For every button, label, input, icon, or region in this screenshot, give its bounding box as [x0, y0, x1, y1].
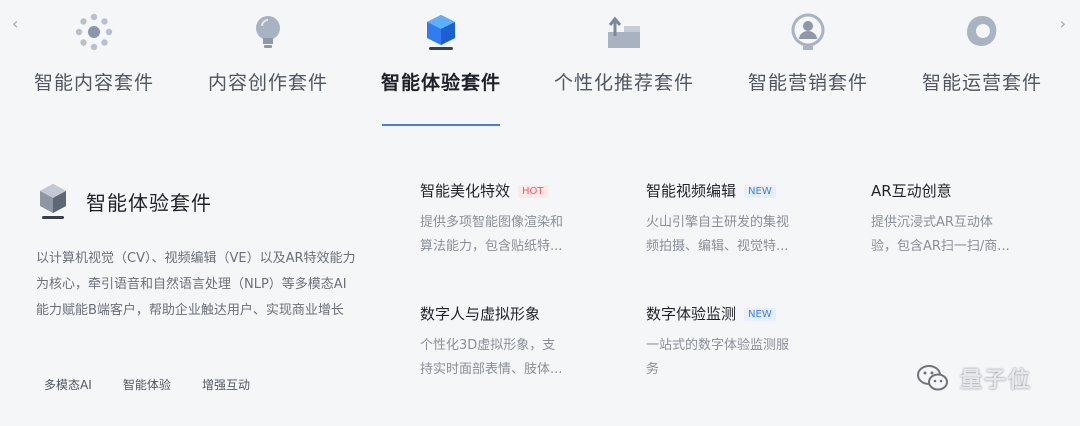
tab-label: 智能体验套件	[380, 72, 501, 94]
cube-icon	[40, 184, 66, 219]
tag-multimodal-ai[interactable]: 多模态AI	[44, 376, 92, 393]
product-description-line: 提供沉浸式AR互动体	[871, 215, 993, 230]
new-badge: NEW	[744, 308, 776, 321]
product-card-experience-monitoring[interactable]: 数字体验监测 NEW 一站式的数字体验监测服 务	[646, 303, 846, 382]
product-description: 提供多项智能图像渲染和 算法能力，包含贴纸特...	[420, 211, 620, 259]
tab-smart-operations[interactable]: 智能运营套件	[897, 10, 1067, 128]
tab-label: 智能营销套件	[747, 72, 868, 94]
product-description-line: 验，包含AR扫一扫/商...	[871, 239, 1010, 254]
tab-label: 个性化推荐套件	[553, 72, 694, 94]
product-description-line: 算法能力，包含贴纸特...	[420, 239, 563, 254]
suite-title: 智能体验套件	[86, 191, 212, 215]
product-description-line: 个性化3D虚拟形象，支	[420, 338, 556, 353]
product-description: 个性化3D虚拟形象，支 持实时面部表情、肢体...	[420, 334, 620, 382]
tab-personalized-recommendation[interactable]: 个性化推荐套件	[539, 10, 709, 128]
wechat-icon	[917, 365, 948, 391]
watermark: 量子位	[916, 362, 1032, 394]
active-tab-underline	[382, 124, 500, 126]
blob-icon	[967, 16, 997, 46]
product-description-line: 持实时面部表情、肢体...	[420, 362, 563, 377]
tab-label: 内容创作套件	[207, 72, 328, 94]
product-card-digital-human[interactable]: 数字人与虚拟形象 个性化3D虚拟形象，支 持实时面部表情、肢体...	[420, 303, 620, 382]
hot-badge: HOT	[518, 185, 548, 198]
tab-smart-marketing[interactable]: 智能营销套件	[723, 10, 893, 128]
cube-icon	[427, 15, 455, 50]
product-description: 提供沉浸式AR互动体 验，包含AR扫一扫/商...	[871, 211, 1071, 259]
product-description: 火山引擎自主研发的集视 频拍摄、编辑、视觉特...	[646, 211, 846, 259]
product-card-ar-interaction[interactable]: AR互动创意 提供沉浸式AR互动体 验，包含AR扫一扫/商...	[871, 180, 1071, 259]
suite-tab-bar: ‹ › 智能内容套件 内容创作套件 智能体验套件 个性化推荐套件 智能营销套件 …	[0, 0, 1080, 130]
lightbulb-icon	[256, 16, 280, 48]
product-name: AR互动创意	[871, 182, 952, 200]
product-description: 一站式的数字体验监测服 务	[646, 334, 846, 382]
product-name: 智能美化特效	[420, 182, 511, 200]
tag-smart-experience[interactable]: 智能体验	[123, 376, 171, 393]
product-description-line: 火山引擎自主研发的集视	[646, 215, 790, 230]
product-description-line: 务	[646, 362, 660, 377]
product-name: 智能视频编辑	[646, 182, 737, 200]
tag-enhanced-interaction[interactable]: 增强互动	[202, 376, 250, 393]
product-description-line: 提供多项智能图像渲染和	[420, 215, 564, 230]
product-description-line: 频拍摄、编辑、视觉特...	[646, 239, 789, 254]
new-badge: NEW	[744, 185, 776, 198]
badge-person-icon	[791, 13, 825, 50]
watermark-text: 量子位	[960, 368, 1033, 393]
product-description-line: 一站式的数字体验监测服	[646, 338, 790, 353]
tag-list: 多模态AI 智能体验 增强互动	[36, 374, 276, 396]
product-card-beauty-effects[interactable]: 智能美化特效 HOT 提供多项智能图像渲染和 算法能力，包含贴纸特...	[420, 180, 620, 259]
product-card-video-editing[interactable]: 智能视频编辑 NEW 火山引擎自主研发的集视 频拍摄、编辑、视觉特...	[646, 180, 846, 259]
tab-label: 智能内容套件	[33, 72, 154, 94]
tab-content-creation[interactable]: 内容创作套件	[183, 10, 353, 128]
dots-circle-icon	[75, 13, 113, 51]
tab-smart-content[interactable]: 智能内容套件	[9, 10, 179, 128]
product-name: 数字人与虚拟形象	[420, 305, 541, 323]
suite-description: 以计算机视觉（CV）、视频编辑（VE）以及AR特效能力为核心，牵引语音和自然语言…	[36, 251, 356, 318]
tab-smart-experience[interactable]: 智能体验套件	[356, 10, 526, 128]
upload-box-icon	[608, 16, 640, 48]
product-name: 数字体验监测	[646, 305, 737, 323]
tab-label: 智能运营套件	[921, 72, 1042, 94]
